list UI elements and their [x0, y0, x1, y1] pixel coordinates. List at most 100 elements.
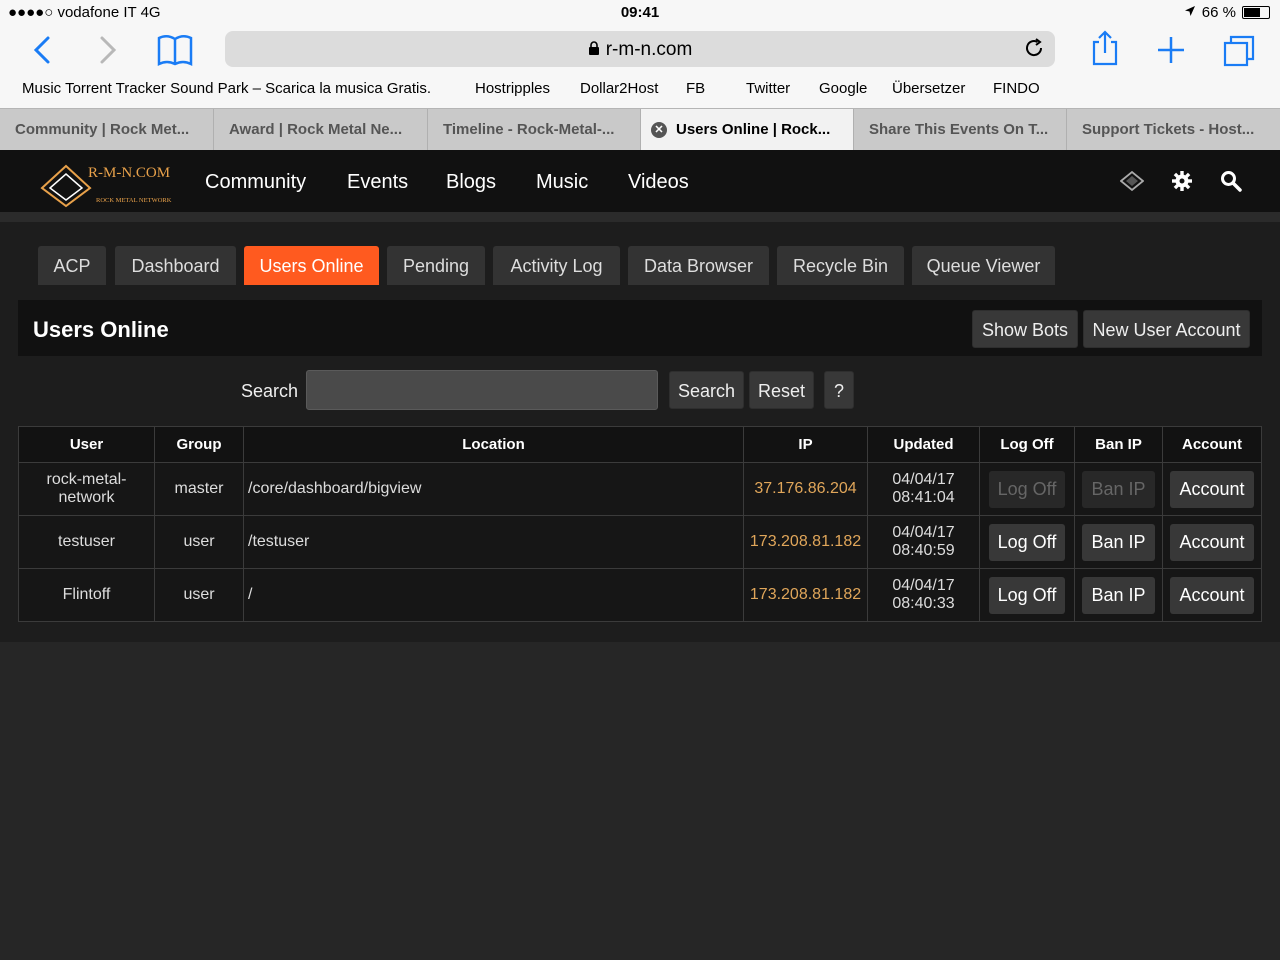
group-cell: user — [154, 568, 244, 622]
search-input[interactable] — [306, 370, 658, 410]
account-button[interactable]: Account — [1170, 470, 1254, 508]
log-off-button[interactable]: Log Off — [988, 523, 1066, 561]
nav-music[interactable]: Music — [536, 171, 588, 194]
browser-tab[interactable]: Support Tickets - Host... — [1067, 109, 1280, 150]
clock: 09:41 — [620, 4, 660, 21]
site-logo-small-icon[interactable] — [1119, 170, 1145, 197]
column-header[interactable]: Group — [154, 426, 244, 463]
nav-community[interactable]: Community — [205, 171, 306, 194]
bookmarks-bar: Music Torrent Tracker Sound Park – Scari… — [0, 74, 1280, 108]
location-cell: / — [243, 568, 744, 622]
user-cell[interactable]: testuser — [18, 515, 155, 569]
ban-ip-button[interactable]: Ban IP — [1082, 523, 1155, 561]
column-header[interactable]: Ban IP — [1074, 426, 1163, 463]
search-label: Search — [241, 381, 299, 401]
nav-blogs[interactable]: Blogs — [446, 171, 496, 194]
location-cell: /core/dashboard/bigview — [243, 462, 744, 516]
updated-cell: 04/04/17 08:40:59 — [867, 515, 980, 569]
tab-pending[interactable]: Pending — [387, 246, 485, 285]
location-arrow-icon — [1184, 4, 1196, 21]
browser-tab-active[interactable]: ✕ Users Online | Rock... — [641, 109, 854, 150]
bookmark-item[interactable]: FINDO — [993, 80, 1040, 97]
updated-date: 04/04/17 — [892, 471, 955, 488]
account-cell: Account — [1162, 568, 1262, 622]
logoff-cell: Log Off — [979, 462, 1075, 516]
reload-icon[interactable] — [1023, 37, 1045, 64]
bookmark-item[interactable]: Hostripples — [475, 80, 550, 97]
nav-events[interactable]: Events — [347, 171, 408, 194]
search-icon[interactable] — [1220, 170, 1242, 197]
tab-users-online[interactable]: Users Online — [244, 246, 379, 285]
ip-cell[interactable]: 173.208.81.182 — [743, 568, 868, 622]
bookmark-item[interactable]: Dollar2Host — [580, 80, 658, 97]
bookmark-item[interactable]: Twitter — [746, 80, 790, 97]
address-bar[interactable]: r-m-n.com — [225, 31, 1055, 67]
ip-cell[interactable]: 173.208.81.182 — [743, 515, 868, 569]
column-header[interactable]: Updated — [867, 426, 980, 463]
browser-tab[interactable]: Community | Rock Met... — [0, 109, 214, 150]
tab-recycle-bin[interactable]: Recycle Bin — [777, 246, 904, 285]
users-online-table: User Group Location IP Updated Log Off B… — [18, 426, 1262, 622]
log-off-button: Log Off — [988, 470, 1066, 508]
column-header[interactable]: IP — [743, 426, 868, 463]
logoff-cell: Log Off — [979, 515, 1075, 569]
bookmark-item[interactable]: Music Torrent Tracker Sound Park – Scari… — [22, 80, 431, 97]
tab-dashboard[interactable]: Dashboard — [115, 246, 236, 285]
tab-queue-viewer[interactable]: Queue Viewer — [912, 246, 1055, 285]
updated-time: 08:40:59 — [892, 542, 955, 559]
new-tab-plus-icon[interactable] — [1155, 30, 1187, 70]
column-header[interactable]: User — [18, 426, 155, 463]
back-chevron-icon[interactable] — [30, 30, 54, 70]
forward-chevron-icon[interactable] — [96, 30, 120, 70]
group-cell: user — [154, 515, 244, 569]
show-bots-button[interactable]: Show Bots — [972, 310, 1078, 348]
location-cell: /testuser — [243, 515, 744, 569]
column-header[interactable]: Log Off — [979, 426, 1075, 463]
table-row: rock-metal-network master /core/dashboar… — [18, 462, 1262, 516]
status-bar: ●●●●○ vodafone IT 4G 09:41 66 % — [0, 0, 1280, 26]
help-button[interactable]: ? — [824, 371, 854, 409]
account-button[interactable]: Account — [1170, 576, 1254, 614]
nav-videos[interactable]: Videos — [628, 171, 689, 194]
browser-tab[interactable]: Share This Events On T... — [854, 109, 1067, 150]
log-off-button[interactable]: Log Off — [988, 576, 1066, 614]
ban-ip-button: Ban IP — [1082, 470, 1155, 508]
column-header[interactable]: Location — [243, 426, 744, 463]
browser-tab[interactable]: Award | Rock Metal Ne... — [214, 109, 428, 150]
gear-icon[interactable] — [1171, 170, 1193, 197]
site-logo[interactable]: R-M-N.COM ROCK METAL NETWORK — [36, 158, 186, 208]
new-user-account-button[interactable]: New User Account — [1083, 310, 1250, 348]
bookmark-item[interactable]: Google — [819, 80, 867, 97]
account-button[interactable]: Account — [1170, 523, 1254, 561]
tabs-overview-icon[interactable] — [1222, 30, 1256, 70]
column-header[interactable]: Account — [1162, 426, 1262, 463]
account-cell: Account — [1162, 462, 1262, 516]
updated-date: 04/04/17 — [892, 577, 955, 594]
user-cell[interactable]: Flintoff — [18, 568, 155, 622]
bookmark-item[interactable]: FB — [686, 80, 705, 97]
nav-divider — [0, 212, 1280, 222]
updated-date: 04/04/17 — [892, 524, 955, 541]
user-cell[interactable]: rock-metal-network — [18, 462, 155, 516]
table-row: testuser user /testuser 173.208.81.182 0… — [18, 515, 1262, 569]
tab-acp[interactable]: ACP — [38, 246, 106, 285]
search-button[interactable]: Search — [669, 371, 744, 409]
ban-ip-cell: Ban IP — [1074, 568, 1163, 622]
bookmark-item[interactable]: Übersetzer — [892, 80, 965, 97]
bookmarks-book-icon[interactable] — [155, 30, 195, 70]
updated-time: 08:40:33 — [892, 595, 955, 612]
tab-activity-log[interactable]: Activity Log — [493, 246, 620, 285]
table-header-row: User Group Location IP Updated Log Off B… — [18, 426, 1262, 463]
tab-data-browser[interactable]: Data Browser — [628, 246, 769, 285]
browser-tab-label: Users Online | Rock... — [676, 121, 831, 138]
ip-cell[interactable]: 37.176.86.204 — [743, 462, 868, 516]
account-cell: Account — [1162, 515, 1262, 569]
ban-ip-button[interactable]: Ban IP — [1082, 576, 1155, 614]
status-right: 66 % — [1184, 4, 1270, 21]
share-icon[interactable] — [1090, 28, 1120, 68]
logoff-cell: Log Off — [979, 568, 1075, 622]
close-tab-icon[interactable]: ✕ — [651, 122, 667, 138]
browser-tab[interactable]: Timeline - Rock-Metal-... — [428, 109, 641, 150]
page-title: Users Online — [33, 317, 169, 342]
reset-button[interactable]: Reset — [749, 371, 814, 409]
